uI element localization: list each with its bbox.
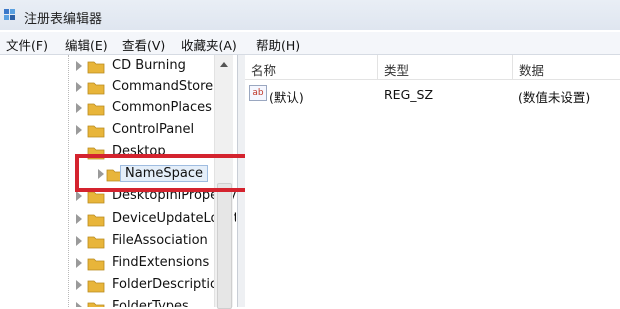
tree-item[interactable]: FileAssociation xyxy=(0,232,236,252)
menu-help[interactable]: 帮助(H) xyxy=(256,35,300,54)
window-title: 注册表编辑器 xyxy=(24,12,103,27)
column-header-data[interactable]: 数据 xyxy=(513,55,620,79)
tree-item[interactable]: FolderTypes xyxy=(0,298,236,307)
string-value-icon: ab xyxy=(249,85,267,101)
menu-view[interactable]: 查看(V) xyxy=(122,35,165,54)
folder-icon xyxy=(87,125,105,138)
tree-item-label: CD Burning xyxy=(112,58,186,73)
folder-icon xyxy=(87,258,105,271)
scroll-thumb[interactable] xyxy=(217,183,232,309)
folder-icon xyxy=(87,236,105,249)
folder-icon xyxy=(87,302,105,307)
folder-icon xyxy=(87,214,105,227)
tree-item-label: ControlPanel xyxy=(112,122,195,137)
tree-item[interactable]: DeviceUpdateLocations xyxy=(0,210,236,230)
expand-arrow-icon[interactable] xyxy=(76,103,82,113)
expand-arrow-icon[interactable] xyxy=(76,125,82,135)
expand-arrow-icon[interactable] xyxy=(76,302,82,307)
folder-icon xyxy=(87,103,105,116)
expand-arrow-icon[interactable] xyxy=(76,191,82,201)
tree-item[interactable]: CommonPlaces xyxy=(0,99,236,119)
menu-bar: 文件(F) 编辑(E) 查看(V) 收藏夹(A) 帮助(H) xyxy=(0,32,620,55)
menu-file[interactable]: 文件(F) xyxy=(6,35,48,54)
tree-item-label: FolderTypes xyxy=(112,299,189,307)
menu-favorites[interactable]: 收藏夹(A) xyxy=(181,35,237,54)
scroll-up-arrow-icon[interactable] xyxy=(220,62,228,67)
tree-item-label: CommonPlaces xyxy=(112,100,212,115)
column-header-name[interactable]: 名称 xyxy=(245,55,378,79)
folder-icon xyxy=(87,61,105,74)
folder-icon xyxy=(87,82,105,95)
title-bar: 注册表编辑器 xyxy=(0,0,620,30)
folder-icon xyxy=(87,280,105,293)
tree-item[interactable]: ControlPanel xyxy=(0,121,236,141)
value-type: REG_SZ xyxy=(384,87,434,102)
tree-item[interactable]: CD Burning xyxy=(0,57,236,77)
tree-item[interactable]: CommandStore xyxy=(0,78,236,98)
menu-edit[interactable]: 编辑(E) xyxy=(65,35,108,54)
column-header-type[interactable]: 类型 xyxy=(378,55,513,79)
expand-arrow-icon[interactable] xyxy=(76,82,82,92)
expand-arrow-icon[interactable] xyxy=(76,214,82,224)
header-divider xyxy=(245,79,620,80)
tree-item-label: CommandStore xyxy=(112,79,214,94)
tree-item[interactable]: FindExtensions xyxy=(0,254,236,274)
expand-arrow-icon[interactable] xyxy=(76,236,82,246)
tree-item-label: FindExtensions xyxy=(112,255,210,270)
value-name[interactable]: (默认) xyxy=(269,87,304,106)
tree-item-label: FileAssociation xyxy=(112,233,208,248)
expand-arrow-icon[interactable] xyxy=(76,280,82,290)
regedit-icon xyxy=(4,9,15,20)
values-list: 名称 类型 数据 ab (默认) REG_SZ (数值未设置) xyxy=(245,55,620,307)
value-data: (数值未设置) xyxy=(518,90,591,105)
tree-item[interactable]: FolderDescriptions xyxy=(0,276,236,296)
expand-arrow-icon[interactable] xyxy=(76,258,82,268)
expand-arrow-icon[interactable] xyxy=(76,61,82,71)
